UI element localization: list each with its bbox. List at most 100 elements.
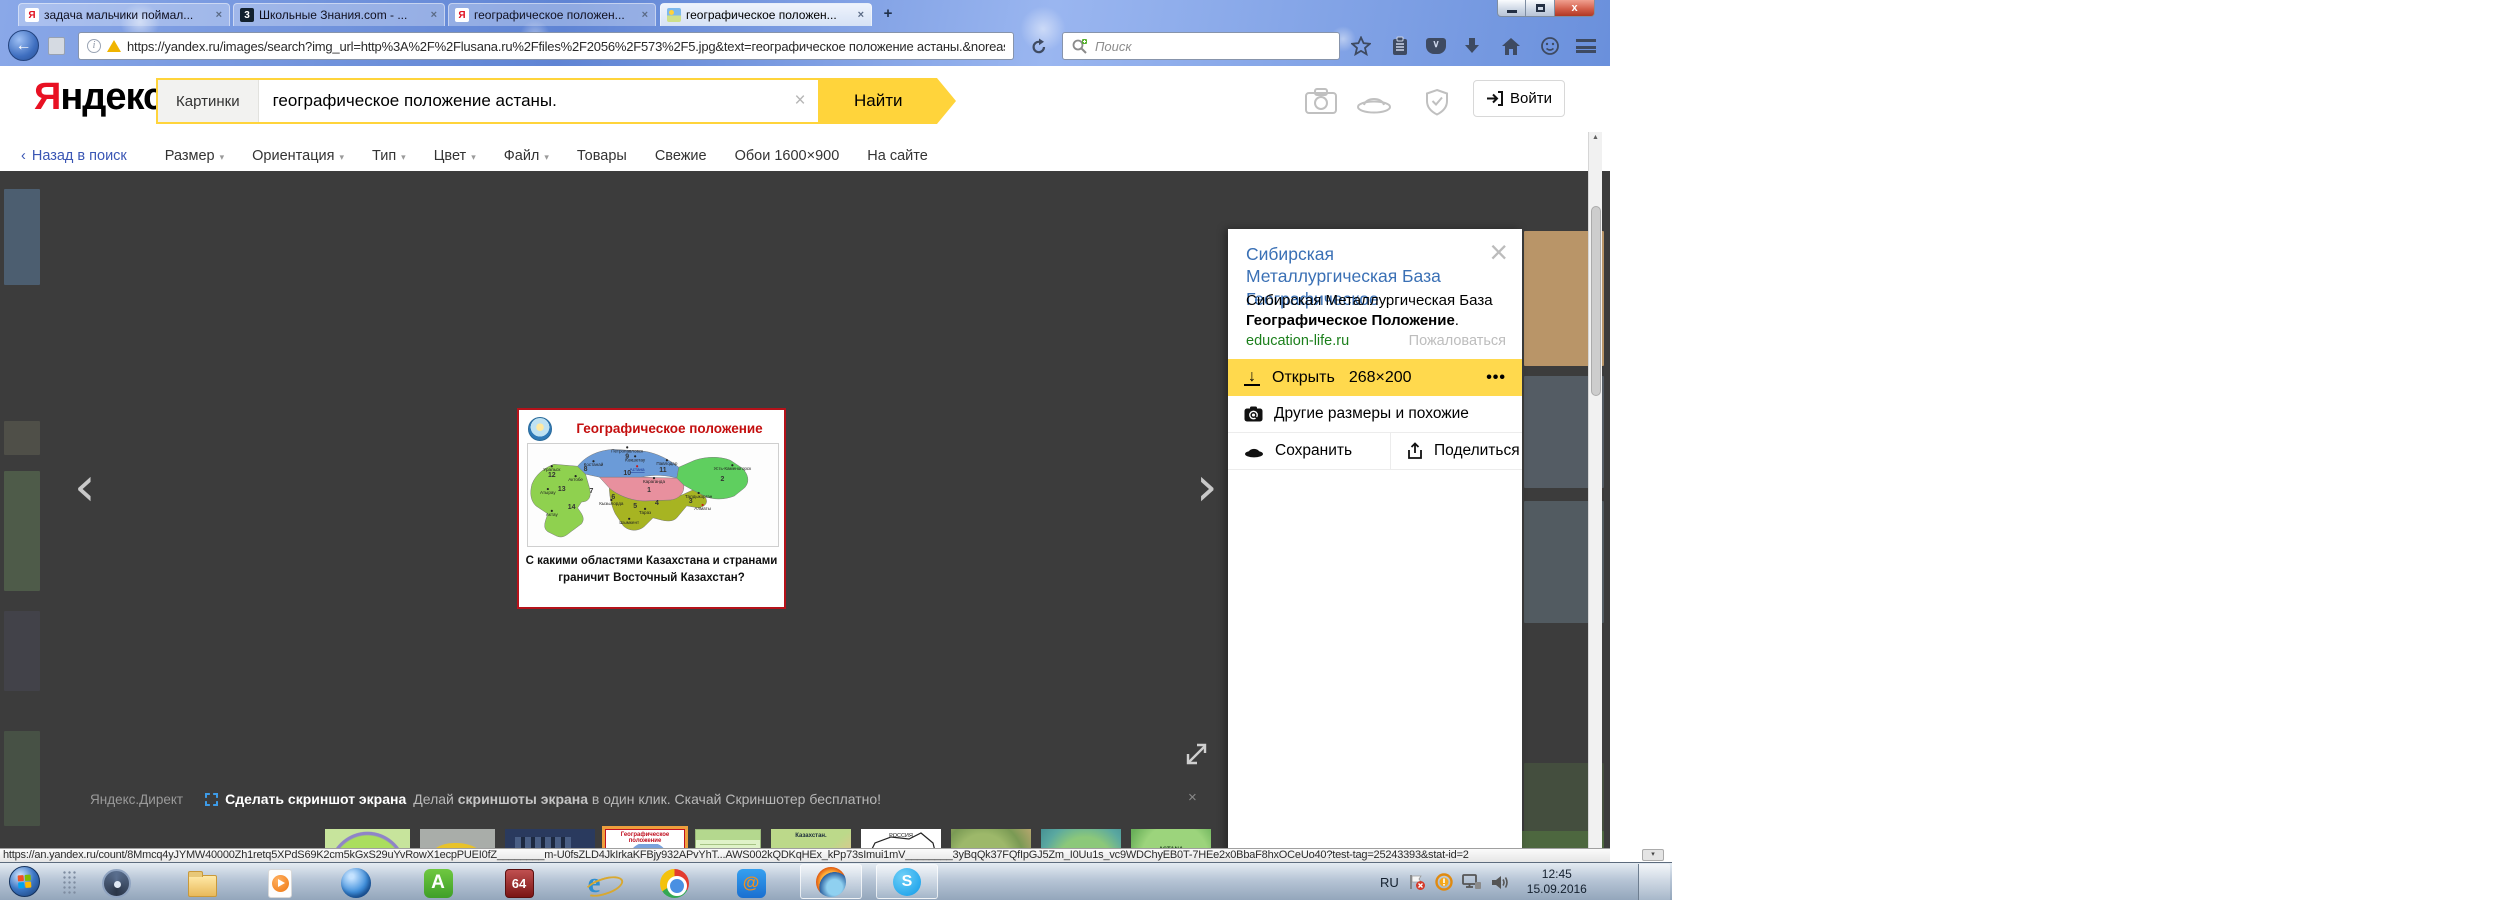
start-button[interactable]: [9, 866, 40, 897]
reload-button[interactable]: [1026, 34, 1052, 59]
close-icon: x: [1571, 2, 1578, 14]
home-icon[interactable]: [1498, 34, 1524, 58]
save-button[interactable]: Сохранить: [1275, 442, 1352, 460]
thumbnail-map-teal[interactable]: [1041, 829, 1121, 848]
thumbnail-map-astana[interactable]: ASTANA: [1131, 829, 1211, 848]
city-label: Тараз: [639, 510, 651, 515]
toolbar-handle[interactable]: [62, 870, 78, 895]
address-bar[interactable]: i https://yandex.ru/images/search?img_ur…: [78, 32, 1014, 60]
security-warning-icon[interactable]: [1435, 873, 1453, 891]
ad-link[interactable]: Сделать скриншот экрана Делай скриншоты …: [205, 791, 881, 807]
scroll-up-arrow[interactable]: ▲: [1589, 134, 1602, 141]
image-description: Сибирская Металлургическая База Географи…: [1246, 292, 1493, 330]
bookmark-star-icon[interactable]: [1348, 34, 1374, 58]
fullscreen-expand-icon[interactable]: [1184, 741, 1210, 767]
taskbar-globe-button[interactable]: [340, 867, 372, 899]
image-search-camera-icon[interactable]: [1305, 88, 1337, 114]
mixed-content-lock-icon[interactable]: [107, 40, 121, 52]
pocket-icon[interactable]: ∨: [1426, 38, 1446, 54]
thumbnail-city-photo[interactable]: [505, 829, 595, 848]
thumbnail-map-green-political[interactable]: АСТАНА: [325, 829, 410, 848]
filter-свежие[interactable]: Свежие: [655, 148, 707, 164]
thumbnail-map-yellow[interactable]: КАЗАХСТАН: [420, 829, 495, 848]
bookmarks-list-icon[interactable]: [1387, 34, 1413, 58]
search-box[interactable]: Картинки географическое положение астаны…: [156, 78, 820, 124]
menu-icon[interactable]: [1576, 39, 1596, 53]
panel-close-icon[interactable]: ×: [1489, 236, 1508, 268]
maximize-button[interactable]: [1526, 0, 1555, 17]
back-to-search-link[interactable]: ‹ Назад в поиск: [21, 148, 127, 164]
thumbnail-table-green[interactable]: [695, 829, 761, 848]
filter-цвет[interactable]: Цвет ▾: [434, 148, 476, 164]
clock[interactable]: 12:45 15.09.2016: [1527, 867, 1587, 897]
thumbnail-map-physical[interactable]: Казахстан.: [771, 829, 851, 848]
close-button[interactable]: x: [1555, 0, 1595, 17]
page-icon[interactable]: [48, 37, 65, 55]
quick-search-input[interactable]: Поиск: [1062, 32, 1340, 60]
minimize-button[interactable]: [1497, 0, 1526, 17]
login-arrow-icon: [1487, 91, 1503, 106]
thumbnail-slide-selected[interactable]: Географическое положение: [602, 826, 688, 848]
filter-ориентация[interactable]: Ориентация ▾: [252, 148, 344, 164]
filter-тип[interactable]: Тип ▾: [372, 148, 406, 164]
scrollbar-thumb[interactable]: [1590, 206, 1601, 396]
browser-tab[interactable]: 3 Школьные Знания.com - ... ×: [233, 3, 445, 26]
clear-query-icon[interactable]: ×: [782, 90, 818, 112]
filter-файл[interactable]: Файл ▾: [504, 148, 549, 164]
page-scrollbar[interactable]: ▲: [1588, 132, 1602, 900]
language-indicator[interactable]: RU: [1380, 875, 1399, 890]
source-domain-link[interactable]: education-life.ru: [1246, 333, 1349, 349]
previous-image-arrow[interactable]: ‹: [74, 460, 96, 514]
search-query-input[interactable]: географическое положение астаны.: [259, 91, 782, 111]
yandex-disk-icon[interactable]: [1356, 92, 1392, 114]
browser-tab[interactable]: Ягеографическое положен... ×: [448, 3, 656, 26]
tab-close-icon[interactable]: ×: [215, 9, 223, 21]
tab-close-icon[interactable]: ×: [641, 9, 649, 21]
ad-close-icon[interactable]: ×: [1188, 789, 1197, 806]
thumbnail-map-topo[interactable]: [951, 829, 1031, 848]
browser-tab[interactable]: Язадача мальчики поймал... ×: [18, 3, 230, 26]
filter-на-сайте[interactable]: На сайте: [867, 148, 928, 164]
action-center-flag-icon[interactable]: [1408, 873, 1426, 891]
browser-tab[interactable]: географическое положен... ×: [660, 3, 872, 26]
feedback-smiley-icon[interactable]: [1537, 34, 1563, 58]
protect-shield-icon[interactable]: [1424, 88, 1450, 116]
taskbar-oplayer-button[interactable]: [264, 867, 296, 899]
tab-close-icon[interactable]: ×: [857, 9, 865, 21]
thumbnail-map-outline[interactable]: РОССИЯСТАНУЗБЕКИСТАНКЫРГЫЗАстана: [861, 829, 941, 848]
report-link[interactable]: Пожаловаться: [1409, 333, 1506, 349]
filter-товары[interactable]: Товары: [577, 148, 627, 164]
open-image-button[interactable]: ↓ Открыть 268×200 •••: [1228, 359, 1522, 396]
filter-обои-1600-900[interactable]: Обои 1600×900: [735, 148, 840, 164]
back-button[interactable]: ←: [8, 30, 39, 61]
filter-размер[interactable]: Размер ▾: [165, 148, 224, 164]
taskbar-ie-button[interactable]: e: [578, 867, 610, 899]
yandex-logo[interactable]: Яндекс: [34, 76, 164, 119]
scope-chip[interactable]: Картинки: [158, 80, 259, 122]
more-options-icon[interactable]: •••: [1486, 369, 1506, 387]
find-button[interactable]: Найти: [820, 78, 956, 124]
tab-close-icon[interactable]: ×: [430, 9, 438, 21]
share-button[interactable]: Поделиться: [1390, 433, 1520, 469]
site-info-icon[interactable]: i: [87, 39, 101, 53]
new-tab-button[interactable]: +: [876, 6, 900, 23]
volume-icon[interactable]: [1491, 874, 1510, 891]
status-dropdown-button[interactable]: ▾: [1642, 849, 1664, 861]
taskbar-aida64-button[interactable]: 64: [503, 867, 535, 899]
taskbar-kmplayer-button[interactable]: [100, 867, 132, 899]
taskbar-firefox-button[interactable]: [800, 864, 862, 899]
viewed-image[interactable]: Географическое положение 9 8 10 11 12 13 7 14 1 2…: [517, 408, 786, 609]
downloads-icon[interactable]: [1459, 34, 1485, 58]
share-label: Поделиться: [1434, 442, 1520, 459]
taskbar-skype-button[interactable]: S: [876, 864, 938, 899]
taskbar-folder-button[interactable]: [186, 867, 218, 899]
taskbar-lettera-button[interactable]: A: [422, 867, 454, 899]
taskbar-chrome-button[interactable]: [658, 867, 690, 899]
show-desktop-button[interactable]: [1638, 864, 1670, 900]
taskbar-mailru-button[interactable]: @: [735, 867, 767, 899]
next-image-arrow[interactable]: ›: [1196, 460, 1218, 514]
city-label: Шымкент: [619, 520, 639, 525]
similar-images-button[interactable]: Другие размеры и похожие: [1228, 396, 1522, 433]
login-button[interactable]: Войти: [1473, 80, 1565, 117]
network-icon[interactable]: [1461, 873, 1482, 891]
